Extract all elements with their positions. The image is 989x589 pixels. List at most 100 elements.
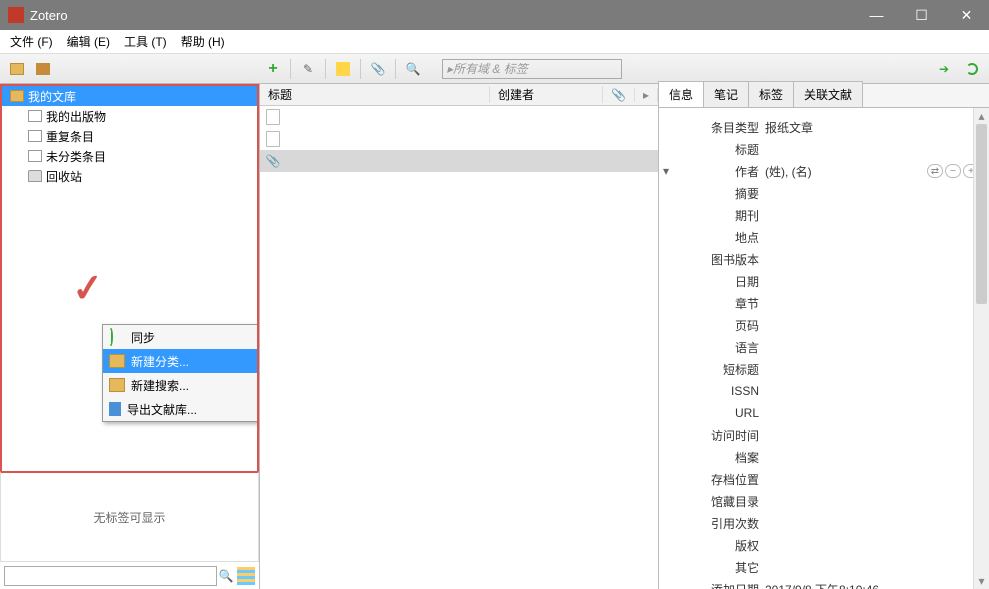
field-short-title[interactable]: 短标题: [659, 358, 985, 380]
ctx-new-search[interactable]: 新建搜索...: [103, 373, 259, 397]
field-citations[interactable]: 引用次数: [659, 512, 985, 534]
attachment-icon: 📎: [266, 153, 280, 169]
scroll-thumb[interactable]: [976, 124, 987, 304]
field-abstract[interactable]: 摘要: [659, 182, 985, 204]
tree-trash[interactable]: 回收站: [2, 166, 257, 186]
field-archive[interactable]: 档案: [659, 446, 985, 468]
swap-button[interactable]: ⇄: [927, 164, 943, 178]
tree-unfiled-items[interactable]: 未分类条目: [2, 146, 257, 166]
col-title[interactable]: 标题: [260, 86, 490, 103]
scroll-down-icon[interactable]: ▾: [974, 573, 989, 589]
document-icon: [266, 109, 280, 125]
titlebar: Zotero ― ☐ ✕: [0, 0, 989, 30]
field-catalog[interactable]: 馆藏目录: [659, 490, 985, 512]
tree-label: 重复条目: [46, 128, 94, 145]
field-pages[interactable]: 页码: [659, 314, 985, 336]
menu-file[interactable]: 文件 (F): [4, 31, 59, 52]
trash-icon: [28, 170, 42, 182]
new-note-button[interactable]: [332, 58, 354, 80]
field-publication[interactable]: 期刊: [659, 204, 985, 226]
ctx-label: 同步: [131, 329, 155, 346]
tag-color-icon[interactable]: [237, 567, 255, 585]
field-item-type[interactable]: 条目类型报纸文章: [659, 116, 985, 138]
col-menu[interactable]: ▸: [635, 88, 658, 102]
search-input[interactable]: ▸ 所有域 & 标签: [442, 59, 622, 79]
tree-label: 回收站: [46, 168, 82, 185]
field-rights[interactable]: 版权: [659, 534, 985, 556]
folder-icon: [10, 90, 24, 102]
field-accessed[interactable]: 访问时间: [659, 424, 985, 446]
scrollbar[interactable]: ▴ ▾: [973, 108, 989, 589]
menu-help[interactable]: 帮助 (H): [175, 31, 231, 52]
maximize-button[interactable]: ☐: [899, 0, 944, 30]
tree-label: 未分类条目: [46, 148, 106, 165]
field-edition[interactable]: 图书版本: [659, 248, 985, 270]
tree-my-library[interactable]: 我的文库: [2, 86, 257, 106]
app-icon: [8, 7, 24, 23]
items-header: 标题 创建者 📎 ▸: [260, 84, 658, 106]
page-icon: [28, 110, 42, 122]
search-icon[interactable]: 🔍: [217, 569, 235, 583]
search-placeholder: 所有域 & 标签: [453, 60, 528, 77]
tree-duplicate-items[interactable]: 重复条目: [2, 126, 257, 146]
field-url[interactable]: URL: [659, 402, 985, 424]
minimize-button[interactable]: ―: [854, 0, 899, 30]
ctx-label: 导出文献库...: [127, 401, 197, 418]
left-pane: 我的文库 我的出版物 重复条目 未分类条目 回收站: [0, 84, 260, 589]
field-issn[interactable]: ISSN: [659, 380, 985, 402]
field-place[interactable]: 地点: [659, 226, 985, 248]
unfiled-icon: [28, 150, 42, 162]
field-section[interactable]: 章节: [659, 292, 985, 314]
wand-button[interactable]: ✎: [297, 58, 319, 80]
tag-selector: 无标签可显示: [0, 471, 259, 561]
tab-info[interactable]: 信息: [658, 81, 704, 107]
new-library-button[interactable]: [32, 58, 54, 80]
ctx-label: 新建分类...: [131, 353, 189, 370]
tree-my-publications[interactable]: 我的出版物: [2, 106, 257, 126]
advanced-search-button[interactable]: 🔍: [402, 58, 424, 80]
field-loc-archive[interactable]: 存档位置: [659, 468, 985, 490]
new-collection-button[interactable]: [6, 58, 28, 80]
annotation-checkmark: ✓: [70, 265, 106, 313]
field-date[interactable]: 日期: [659, 270, 985, 292]
attachment-button[interactable]: 📎: [367, 58, 389, 80]
tree-label: 我的出版物: [46, 108, 106, 125]
ctx-export-library[interactable]: 导出文献库...: [103, 397, 259, 421]
info-panel: 条目类型报纸文章 标题 ▾作者(姓), (名) ⇄−+ 摘要 期刊 地点 图书版…: [659, 108, 989, 589]
search-folder-icon: [109, 378, 125, 392]
context-menu: 同步 新建分类... 新建搜索... 导出文献库...: [102, 324, 259, 422]
field-title[interactable]: 标题: [659, 138, 985, 160]
field-author[interactable]: ▾作者(姓), (名) ⇄−+: [659, 160, 985, 182]
library-tree[interactable]: 我的文库 我的出版物 重复条目 未分类条目 回收站: [0, 84, 259, 471]
col-creator[interactable]: 创建者: [490, 86, 603, 103]
menu-edit[interactable]: 编辑 (E): [61, 31, 116, 52]
tab-tags[interactable]: 标签: [748, 81, 794, 107]
close-button[interactable]: ✕: [944, 0, 989, 30]
field-language[interactable]: 语言: [659, 336, 985, 358]
sync-icon: [109, 328, 113, 346]
tag-filter-input[interactable]: [4, 566, 217, 586]
item-row[interactable]: [260, 106, 658, 128]
tag-filter-bar: 🔍: [0, 561, 259, 589]
field-date-added: 添加日期2017/9/8 下午8:10:46: [659, 578, 985, 589]
field-extra[interactable]: 其它: [659, 556, 985, 578]
tab-notes[interactable]: 笔记: [703, 81, 749, 107]
folder-icon: [109, 354, 125, 368]
items-pane: 标题 创建者 📎 ▸ 📎: [260, 84, 659, 589]
window-title: Zotero: [30, 8, 854, 23]
locate-button[interactable]: ➔: [933, 58, 955, 80]
tree-label: 我的文库: [28, 88, 76, 105]
item-row[interactable]: [260, 128, 658, 150]
tab-related[interactable]: 关联文献: [793, 81, 863, 107]
new-item-button[interactable]: +: [262, 58, 284, 80]
document-icon: [266, 131, 280, 147]
ctx-new-collection[interactable]: 新建分类...: [103, 349, 259, 373]
ctx-sync[interactable]: 同步: [103, 325, 259, 349]
item-details-pane: 信息 笔记 标签 关联文献 条目类型报纸文章 标题 ▾作者(姓), (名) ⇄−…: [659, 84, 989, 589]
col-attachment[interactable]: 📎: [603, 88, 635, 102]
item-row[interactable]: 📎: [260, 150, 658, 172]
minus-button[interactable]: −: [945, 164, 961, 178]
menu-tools[interactable]: 工具 (T): [118, 31, 173, 52]
sync-button[interactable]: [961, 58, 983, 80]
scroll-up-icon[interactable]: ▴: [974, 108, 989, 124]
